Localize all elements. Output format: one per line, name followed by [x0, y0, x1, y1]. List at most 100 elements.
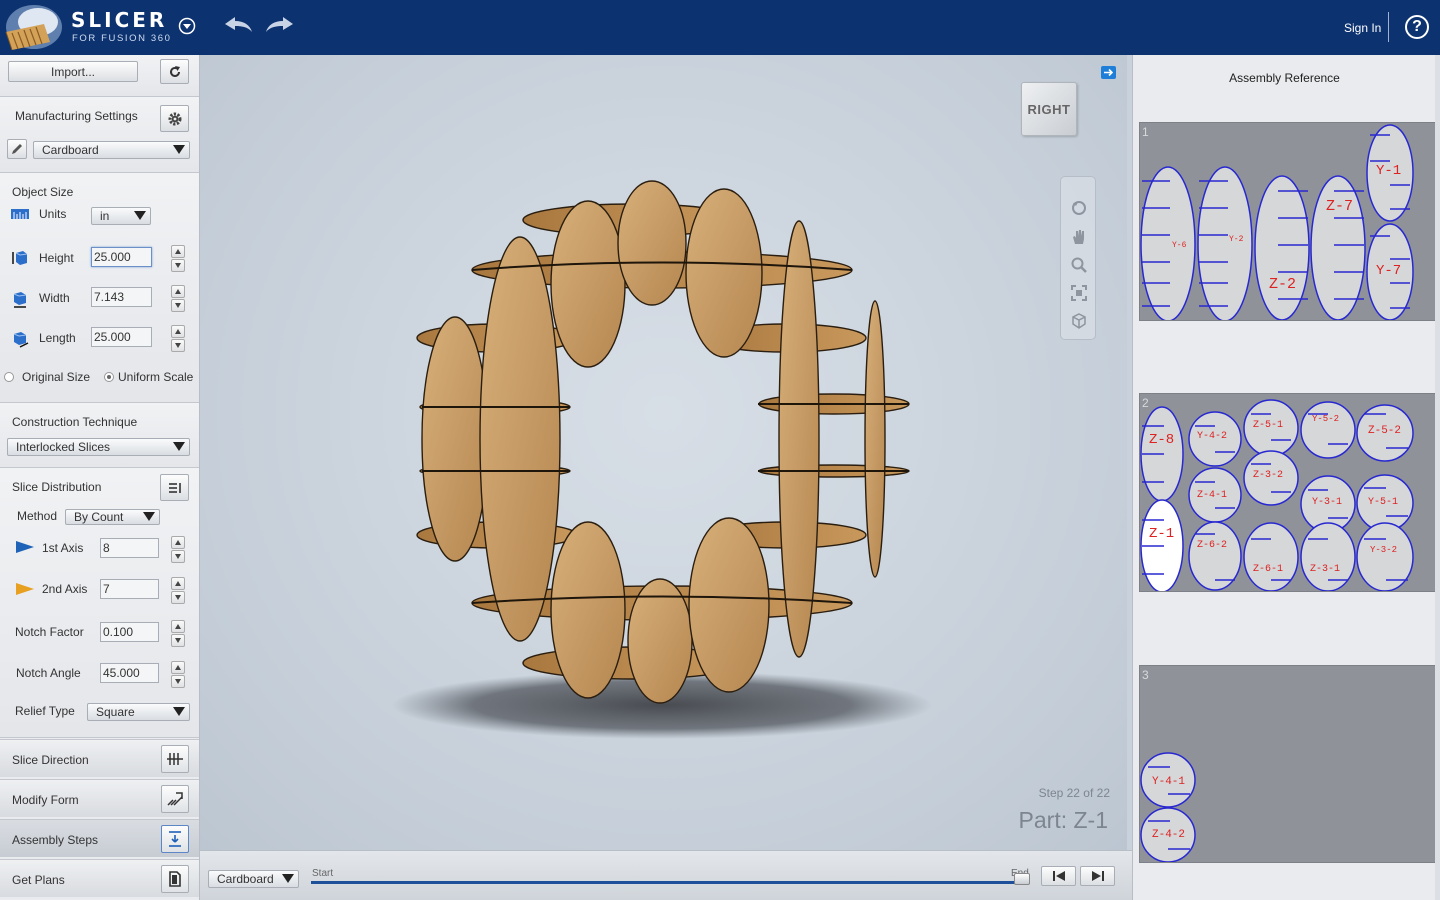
modify-form-icon [167, 792, 183, 806]
decrement-icon[interactable] [171, 339, 185, 352]
sheet-2-layout [1140, 399, 1414, 591]
sheet-2[interactable]: 2 Z-8 Y-4-2 Z-5-1 Y-5-2 Z-5-2 Z-4-1 Z-3-… [1139, 393, 1436, 592]
slice-distribution-button[interactable] [160, 474, 189, 501]
notch-factor-stepper[interactable] [171, 620, 185, 648]
slice-distribution-label: Slice Distribution [12, 480, 102, 494]
timeline-material-dropdown[interactable]: Cardboard [208, 870, 299, 888]
decrement-icon[interactable] [171, 675, 185, 688]
last-step-button[interactable] [1080, 866, 1115, 886]
increment-icon[interactable] [171, 620, 185, 633]
assembly-steps-icon-button[interactable] [161, 825, 189, 853]
assembly-timeline-bar: Cardboard Start End [200, 850, 1132, 900]
refresh-button[interactable] [160, 59, 189, 84]
step-counter: Step 22 of 22 [1038, 786, 1110, 800]
method-dropdown[interactable]: By Count [65, 509, 160, 525]
part-label-z41: Z-4-1 [1197, 490, 1228, 501]
increment-icon[interactable] [171, 536, 185, 549]
expand-panel-button[interactable] [1101, 66, 1116, 79]
height-input[interactable] [91, 247, 152, 267]
3d-viewport[interactable]: RIGHT Step 22 of 22 Part: Z-1 [200, 55, 1127, 850]
chevron-down-icon [143, 512, 155, 521]
material-dropdown[interactable]: Cardboard [33, 141, 190, 159]
first-axis-stepper[interactable] [171, 536, 185, 564]
part-label-y2: Y-2 [1229, 235, 1244, 244]
increment-icon[interactable] [171, 661, 185, 674]
slice-direction-label: Slice Direction [12, 753, 89, 767]
pan-button[interactable] [1068, 226, 1090, 248]
part-label-z42: Z-4-2 [1152, 829, 1186, 841]
length-stepper[interactable] [171, 325, 185, 353]
manufacturing-settings-section: Manufacturing Settings Cardboard [0, 97, 199, 173]
width-stepper[interactable] [171, 285, 185, 313]
view-cube[interactable]: RIGHT [1021, 82, 1077, 136]
fit-view-button[interactable] [1068, 282, 1090, 304]
right-panel-scrollbar[interactable] [1435, 55, 1440, 900]
slice-direction-button[interactable]: Slice Direction [0, 739, 199, 777]
arrow-right-icon [1104, 68, 1114, 77]
app-menu-button[interactable] [178, 17, 196, 35]
get-plans-icon-button[interactable] [161, 865, 189, 893]
notch-factor-label: Notch Factor [15, 625, 84, 639]
part-label-y31: Y-3-1 [1312, 497, 1343, 508]
sheet-3[interactable]: 3 Y-4-1 Z-4-2 [1139, 665, 1436, 863]
part-label-y1: Y-1 [1376, 163, 1402, 179]
increment-icon[interactable] [171, 577, 185, 590]
notch-angle-input[interactable] [100, 663, 159, 683]
undo-button[interactable] [222, 14, 254, 36]
manufacturing-settings-button[interactable] [160, 105, 189, 132]
notch-angle-stepper[interactable] [171, 661, 185, 689]
assembly-steps-button[interactable]: Assembly Steps [0, 819, 199, 857]
skip-forward-icon [1091, 871, 1104, 881]
method-label: Method [17, 509, 58, 523]
width-cube-icon [13, 292, 27, 308]
uniform-scale-radio[interactable] [104, 372, 114, 382]
app-header: SLICER FOR FUSION 360 Sign In ? [0, 0, 1440, 55]
decrement-icon[interactable] [171, 259, 185, 272]
decrement-icon[interactable] [171, 591, 185, 604]
cube-view-icon [1072, 313, 1086, 329]
timeline-slider-handle[interactable] [1014, 873, 1030, 885]
decrement-icon[interactable] [171, 550, 185, 563]
length-input[interactable] [91, 327, 152, 347]
relief-type-dropdown[interactable]: Square [87, 703, 190, 721]
part-label-z31: Z-3-1 [1310, 564, 1341, 575]
height-stepper[interactable] [171, 245, 185, 273]
second-axis-stepper[interactable] [171, 577, 185, 605]
second-axis-label: 2nd Axis [42, 582, 88, 596]
width-input[interactable] [91, 287, 152, 307]
timeline-start-label: Start [312, 868, 334, 879]
skip-back-icon [1052, 871, 1065, 881]
modify-form-icon-button[interactable] [161, 785, 189, 813]
modify-form-button[interactable]: Modify Form [0, 779, 199, 817]
document-icon [169, 871, 181, 887]
decrement-icon[interactable] [171, 299, 185, 312]
increment-icon[interactable] [171, 245, 185, 258]
first-axis-input[interactable] [100, 538, 159, 558]
first-step-button[interactable] [1041, 866, 1076, 886]
width-label: Width [39, 291, 70, 305]
increment-icon[interactable] [171, 325, 185, 338]
look-at-button[interactable] [1068, 310, 1090, 332]
import-button[interactable]: Import... [8, 61, 138, 82]
second-axis-input[interactable] [100, 579, 159, 599]
redo-button[interactable] [264, 14, 296, 36]
slice-direction-icon-button[interactable] [161, 745, 189, 773]
uniform-scale-label: Uniform Scale [118, 370, 194, 384]
sign-in-link[interactable]: Sign In [1344, 21, 1381, 35]
timeline-track[interactable] [311, 881, 1027, 884]
current-part-label: Part: Z-1 [1018, 807, 1108, 833]
relief-type-label: Relief Type [15, 704, 75, 718]
notch-factor-input[interactable] [100, 622, 159, 642]
increment-icon[interactable] [171, 285, 185, 298]
orbit-button[interactable] [1068, 197, 1090, 219]
technique-dropdown[interactable]: Interlocked Slices [7, 438, 190, 456]
edit-material-button[interactable] [7, 139, 27, 159]
get-plans-button[interactable]: Get Plans [0, 859, 199, 897]
original-size-radio[interactable] [4, 372, 14, 382]
zoom-button[interactable] [1068, 254, 1090, 276]
part-label-y7: Y-7 [1376, 263, 1402, 279]
help-button[interactable]: ? [1405, 15, 1429, 39]
units-dropdown[interactable]: in [91, 207, 151, 225]
decrement-icon[interactable] [171, 634, 185, 647]
sheet-1[interactable]: 1 Y-6 Y-2 Z-2 Z-7 Y-1 Y-7 [1139, 122, 1436, 321]
